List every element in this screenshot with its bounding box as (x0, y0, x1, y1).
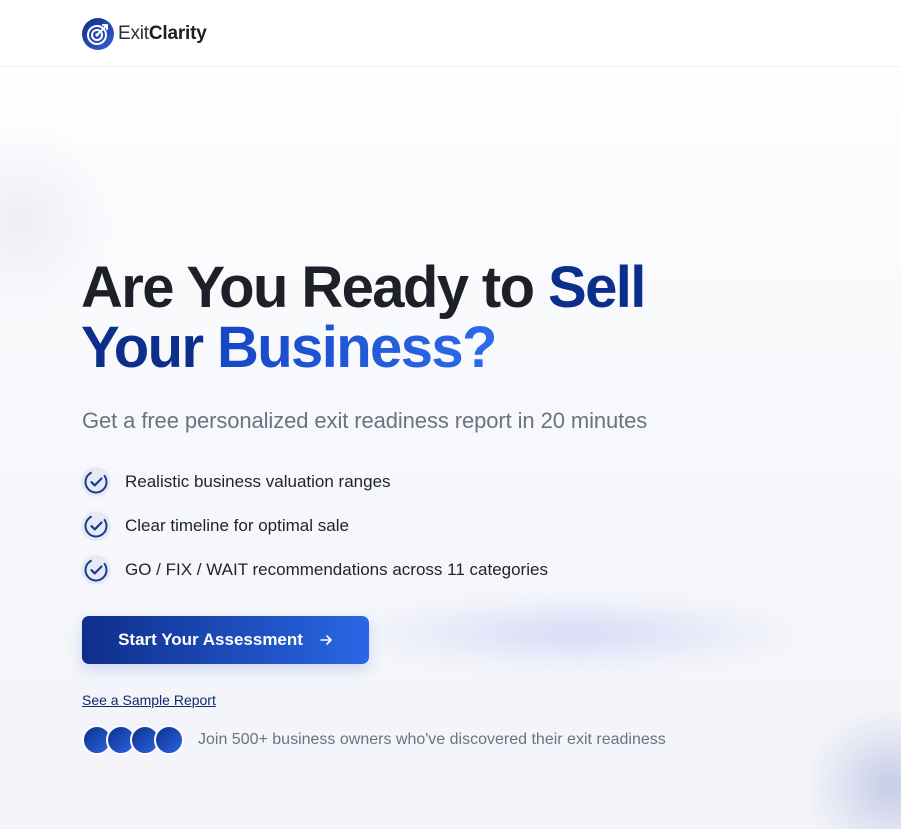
headline-accent-sell: Sell (548, 255, 646, 320)
feature-item: Realistic business valuation ranges (81, 466, 548, 497)
feature-list: Realistic business valuation ranges Clea… (81, 466, 548, 598)
feature-text: GO / FIX / WAIT recommendations across 1… (125, 559, 548, 579)
brand-name-light: Exit (118, 23, 149, 44)
navbar: ExitClarity (0, 0, 901, 67)
social-proof-text: Join 500+ business owners who've discove… (198, 731, 666, 748)
hero-subtitle: Get a free personalized exit readiness r… (82, 408, 648, 433)
arrow-right-icon (320, 635, 332, 645)
headline-accent-business: Business? (216, 315, 498, 380)
hero-headline: Are You Ready to Sell Your Business? (81, 258, 841, 378)
headline-text: Are You Ready to (81, 255, 548, 320)
brand-name-bold: Clarity (148, 23, 207, 44)
social-proof: Join 500+ business owners who've discove… (82, 725, 666, 755)
target-logo-icon (82, 18, 114, 50)
feature-text: Realistic business valuation ranges (125, 471, 391, 491)
check-circle-icon (81, 466, 111, 497)
start-assessment-button[interactable]: Start Your Assessment (82, 616, 369, 664)
background-glow-cta (360, 596, 790, 670)
landing-page: ExitClarity Are You Ready to Sell Your B… (0, 0, 901, 829)
start-assessment-label: Start Your Assessment (118, 630, 303, 649)
avatar (154, 725, 184, 755)
background-glow-corner (810, 710, 901, 829)
feature-item: Clear timeline for optimal sale (81, 510, 548, 541)
sample-report-link[interactable]: See a Sample Report (82, 692, 216, 708)
feature-text: Clear timeline for optimal sale (125, 515, 349, 535)
brand-name: ExitClarity (118, 23, 207, 45)
check-circle-icon (81, 554, 111, 585)
feature-item: GO / FIX / WAIT recommendations across 1… (81, 554, 548, 585)
brand-logo[interactable]: ExitClarity (82, 18, 207, 50)
check-circle-icon (81, 510, 111, 541)
avatar-stack (82, 725, 184, 755)
headline-accent-your: Your (81, 315, 204, 380)
